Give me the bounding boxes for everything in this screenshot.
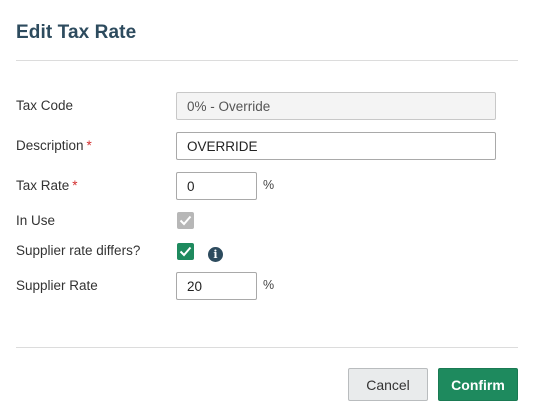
supplier-rate-differs-label: Supplier rate differs? xyxy=(16,243,140,258)
tax-code-field[interactable] xyxy=(176,92,496,120)
footer-divider xyxy=(16,347,518,348)
confirm-button[interactable]: Confirm xyxy=(438,368,518,401)
supplier-rate-label-text: Supplier Rate xyxy=(16,278,98,293)
description-field[interactable] xyxy=(176,132,496,160)
required-mark: * xyxy=(72,178,78,193)
tax-rate-label: Tax Rate * xyxy=(16,178,78,193)
in-use-checkbox[interactable] xyxy=(177,212,194,229)
supplier-rate-differs-label-text: Supplier rate differs? xyxy=(16,243,141,258)
description-label: Description * xyxy=(16,138,92,153)
tax-code-label: Tax Code xyxy=(16,98,73,113)
supplier-rate-differs-checkbox[interactable] xyxy=(177,243,194,260)
tax-rate-label-text: Tax Rate xyxy=(16,178,70,193)
in-use-label: In Use xyxy=(16,213,55,228)
supplier-rate-field[interactable] xyxy=(176,272,257,300)
description-label-text: Description xyxy=(16,138,84,153)
supplier-rate-label: Supplier Rate xyxy=(16,278,98,293)
tax-code-label-text: Tax Code xyxy=(16,98,74,113)
cancel-button[interactable]: Cancel xyxy=(348,368,428,401)
edit-tax-rate-dialog: Edit Tax Rate Tax Code Description* Tax … xyxy=(0,0,538,417)
checkmark-icon xyxy=(179,246,192,257)
checkmark-icon xyxy=(179,215,192,226)
tax-rate-field[interactable] xyxy=(176,172,257,200)
dialog-title: Edit Tax Rate xyxy=(16,22,137,43)
required-mark: * xyxy=(86,138,92,153)
tax-rate-unit: % xyxy=(263,178,275,192)
supplier-rate-unit: % xyxy=(263,278,275,292)
in-use-label-text: In Use xyxy=(16,213,56,228)
header-divider xyxy=(16,60,518,61)
info-icon[interactable]: i xyxy=(208,247,223,262)
